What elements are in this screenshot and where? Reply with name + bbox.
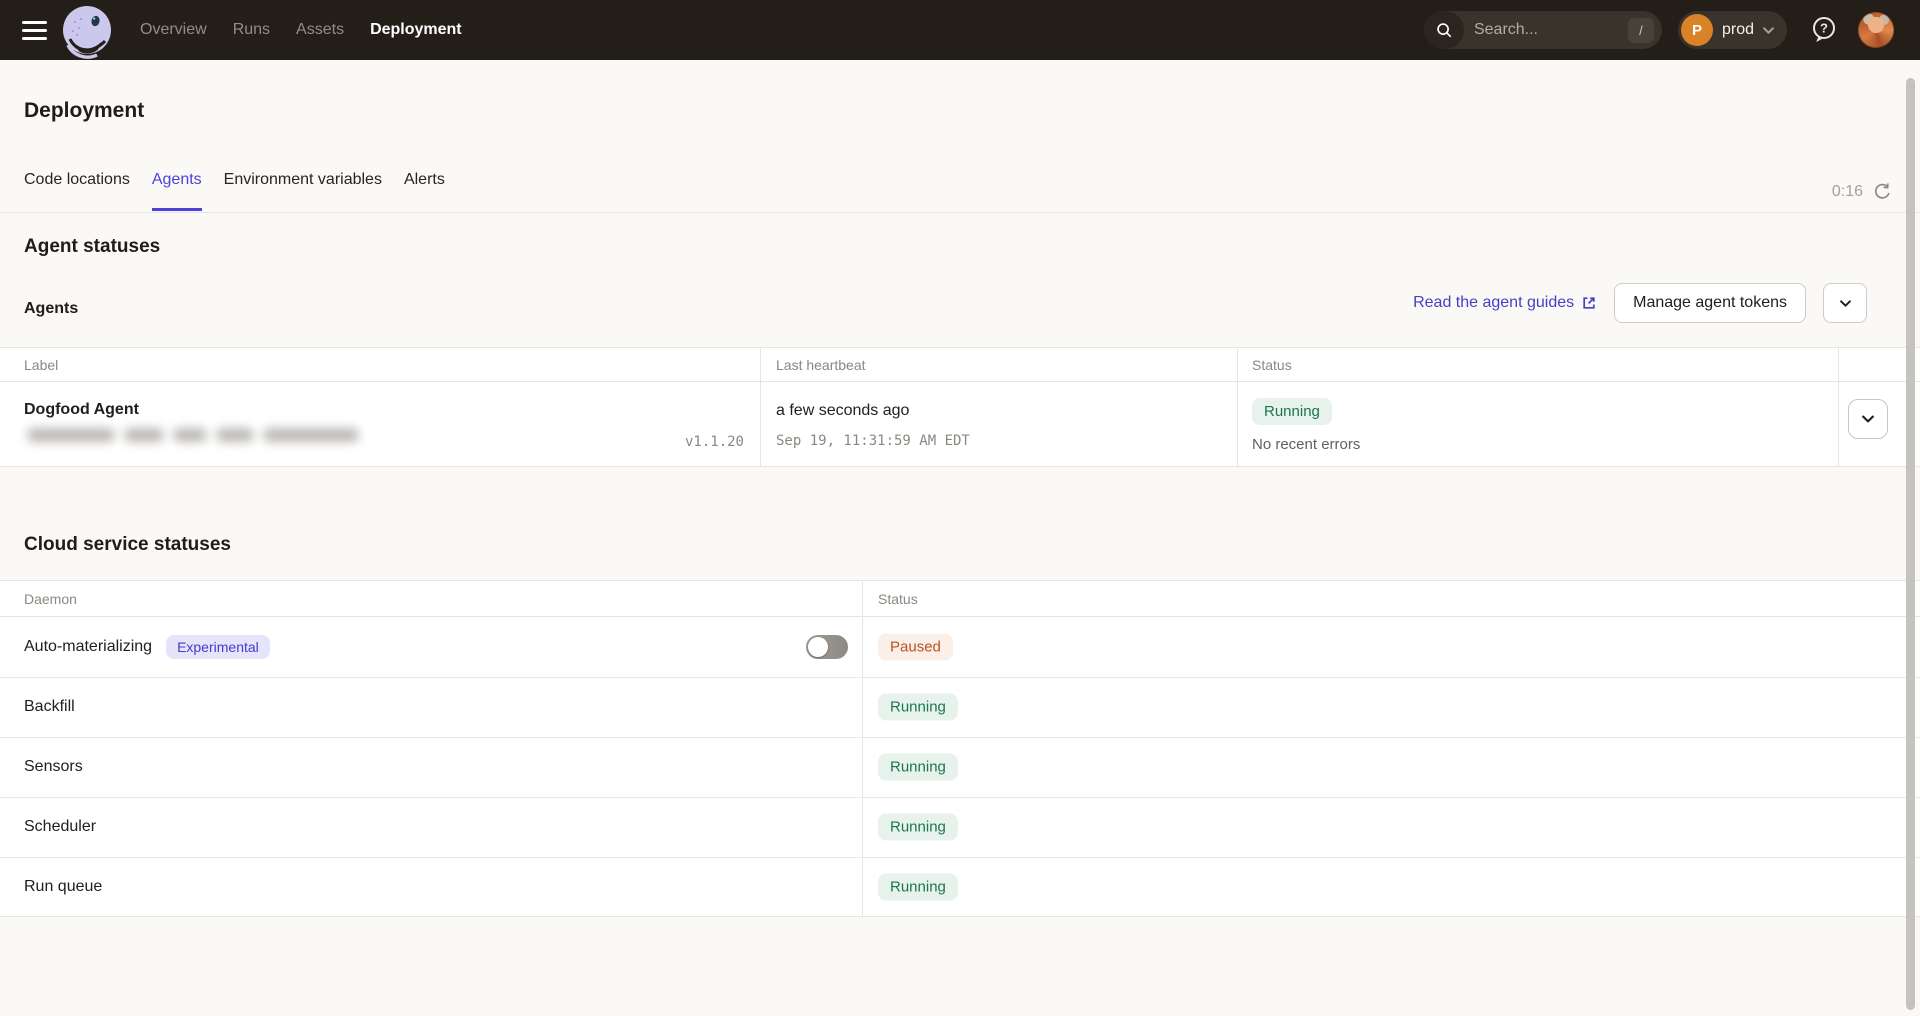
refresh-area: 0:16 [1832, 182, 1892, 201]
daemon-status-badge: Running [878, 814, 958, 841]
help-button[interactable]: ? [1810, 15, 1838, 45]
daemon-name: Run queue [24, 878, 102, 896]
nav-item-deployment[interactable]: Deployment [370, 21, 462, 39]
search-icon [1424, 11, 1464, 49]
col-header-daemon: Daemon [24, 591, 77, 607]
daemon-row-backfill: Backfill Running [0, 677, 1920, 737]
refresh-icon [1873, 182, 1892, 201]
agents-table-title: Agents [24, 300, 78, 318]
col-header-label: Label [24, 357, 58, 373]
dagster-logo[interactable] [61, 4, 113, 60]
refresh-countdown: 0:16 [1832, 183, 1863, 201]
agents-table: Label Last heartbeat Status Dogfood Agen… [0, 347, 1920, 467]
agent-errors-note: No recent errors [1252, 436, 1360, 453]
menu-button[interactable] [22, 21, 48, 40]
nav-item-assets[interactable]: Assets [296, 21, 344, 39]
deployment-tabs: Code locations Agents Environment variab… [24, 171, 445, 211]
tab-agents[interactable]: Agents [152, 171, 202, 211]
svg-text:?: ? [1820, 21, 1828, 36]
auto-materializing-toggle[interactable] [806, 635, 848, 659]
main-nav: Overview Runs Assets Deployment [140, 21, 462, 39]
cloud-services-table: Daemon Status Auto-materializing Experim… [0, 580, 1920, 917]
agent-guides-link[interactable]: Read the agent guides [1413, 294, 1597, 312]
daemon-status-badge: Paused [878, 634, 953, 661]
search-input[interactable]: Search... / [1424, 11, 1662, 49]
daemon-row-run-queue: Run queue Running [0, 857, 1920, 917]
daemon-name: Backfill [24, 698, 75, 716]
help-icon: ? [1810, 15, 1838, 45]
search-shortcut-key: / [1628, 18, 1654, 43]
caret-down-icon [1840, 300, 1851, 307]
deployment-page: Overview Runs Assets Deployment Search..… [0, 0, 1920, 1016]
cloud-table-header: Daemon Status [0, 581, 1920, 617]
external-link-icon [1581, 295, 1597, 311]
nav-item-runs[interactable]: Runs [233, 21, 270, 39]
org-switcher[interactable]: P prod [1678, 11, 1787, 49]
col-header-status: Status [878, 591, 918, 607]
manage-agent-tokens-button[interactable]: Manage agent tokens [1614, 283, 1806, 323]
tab-alerts[interactable]: Alerts [404, 171, 445, 211]
dagster-octopus-icon [61, 4, 113, 60]
agent-guides-link-label: Read the agent guides [1413, 294, 1574, 312]
daemon-name: Auto-materializing [24, 638, 152, 656]
daemon-name: Scheduler [24, 818, 96, 836]
agent-actions: Read the agent guides Manage agent token… [1413, 283, 1867, 323]
daemon-name: Sensors [24, 758, 83, 776]
tab-code-locations[interactable]: Code locations [24, 171, 130, 211]
daemon-row-scheduler: Scheduler Running [0, 797, 1920, 857]
tab-environment-variables[interactable]: Environment variables [224, 171, 382, 211]
chevron-down-icon [1862, 415, 1874, 423]
agent-heartbeat-timestamp: Sep 19, 11:31:59 AM EDT [776, 433, 970, 449]
experimental-badge: Experimental [166, 635, 270, 659]
daemon-status-badge: Running [878, 694, 958, 721]
daemon-row-sensors: Sensors Running [0, 737, 1920, 797]
agent-version: v1.1.20 [560, 434, 744, 450]
agent-actions-menu-button[interactable] [1823, 283, 1867, 323]
agent-status-badge: Running [1252, 398, 1332, 425]
org-avatar: P [1681, 14, 1713, 46]
navbar-right: Search... / P prod ? [1424, 11, 1894, 49]
daemon-status-badge: Running [878, 874, 958, 901]
agent-id-redacted [27, 428, 359, 442]
org-name: prod [1722, 21, 1754, 39]
tabs-divider [0, 212, 1920, 213]
daemon-status-badge: Running [878, 754, 958, 781]
refresh-button[interactable] [1873, 182, 1892, 201]
agent-name[interactable]: Dogfood Agent [24, 401, 139, 419]
agent-row-expand-button[interactable] [1848, 399, 1888, 439]
col-header-status: Status [1252, 357, 1292, 373]
search-placeholder: Search... [1474, 21, 1538, 39]
agent-statuses-heading: Agent statuses [24, 236, 160, 258]
daemon-row-auto-materializing: Auto-materializing Experimental Paused [0, 617, 1920, 677]
col-header-last-heartbeat: Last heartbeat [776, 357, 866, 373]
vertical-scrollbar[interactable] [1906, 78, 1915, 1010]
chevron-down-icon [1763, 27, 1774, 34]
user-avatar[interactable] [1858, 12, 1894, 48]
top-navbar: Overview Runs Assets Deployment Search..… [0, 0, 1920, 60]
cloud-statuses-heading: Cloud service statuses [24, 534, 231, 556]
agent-heartbeat-relative: a few seconds ago [776, 402, 909, 420]
page-title: Deployment [24, 99, 144, 123]
nav-item-overview[interactable]: Overview [140, 21, 207, 39]
